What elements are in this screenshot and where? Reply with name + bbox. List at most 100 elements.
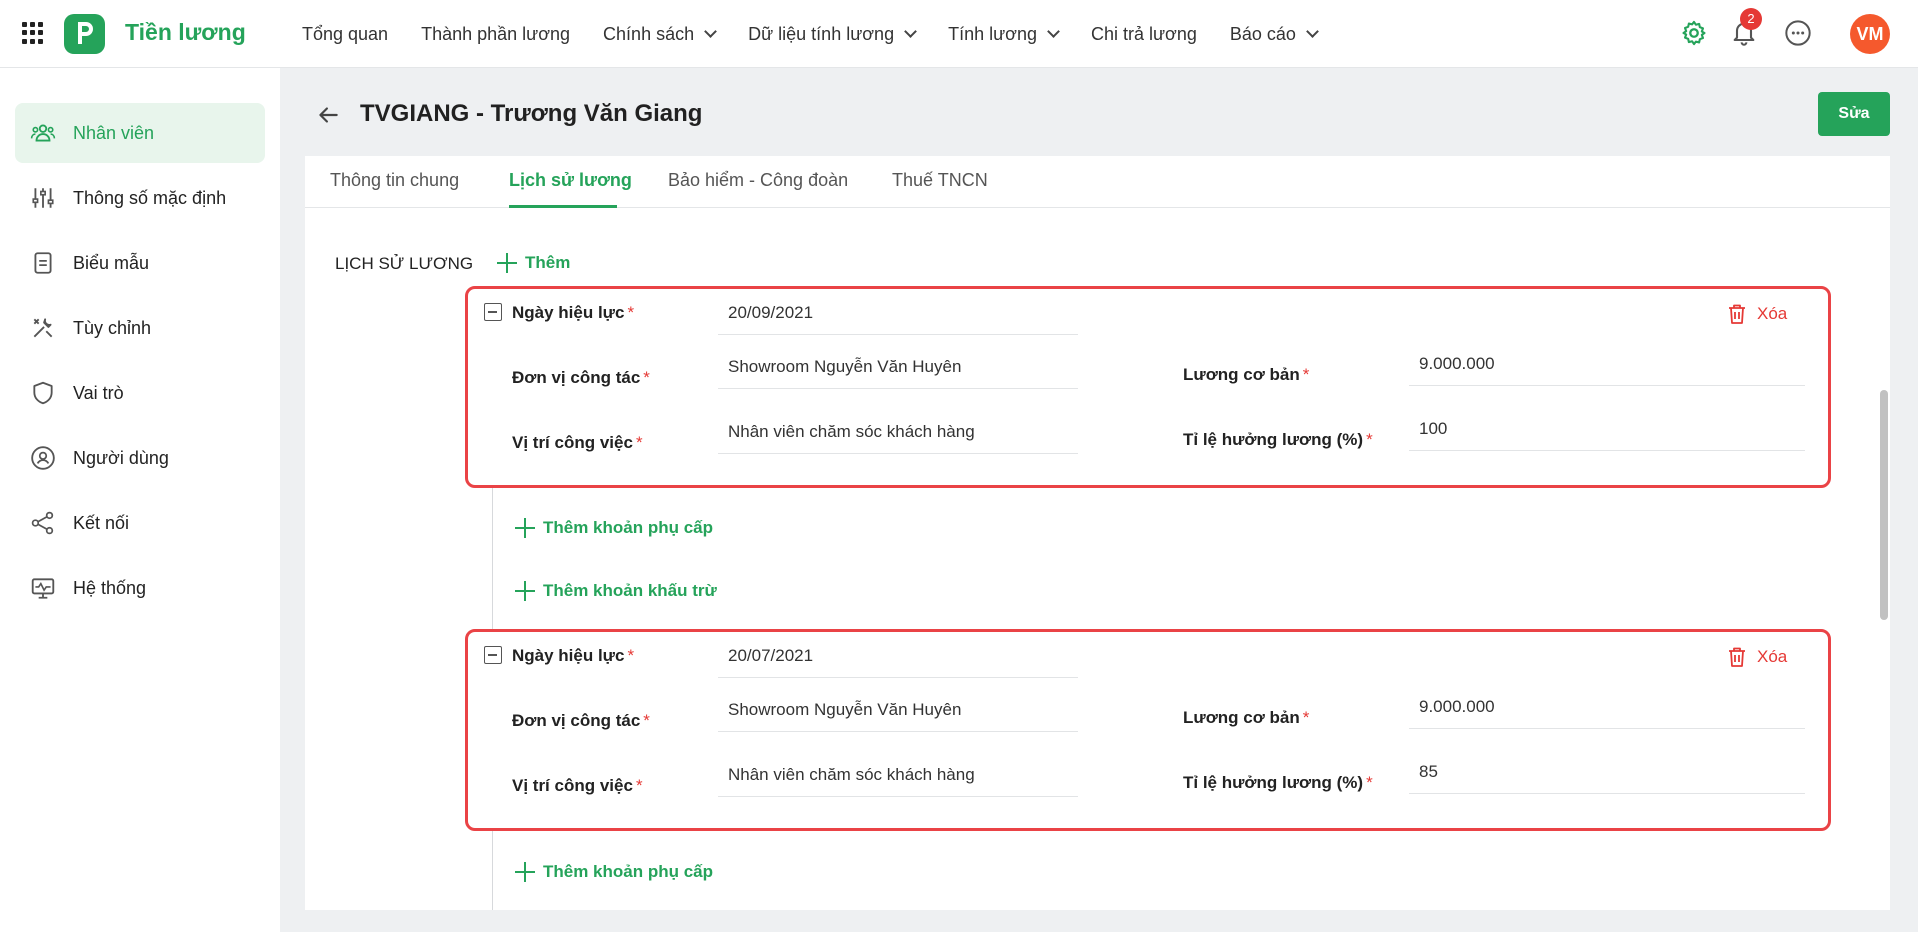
job-position-field[interactable]: Nhân viên chăm sóc khách hàng [718,753,1078,797]
collapse-icon[interactable] [484,646,502,664]
base-salary-label: Lương cơ bản * [1183,365,1310,384]
nav-salary-components[interactable]: Thành phần lương [421,24,570,45]
add-label: Thêm [525,253,571,272]
edit-button[interactable]: Sửa [1818,92,1890,136]
delete-record-button[interactable]: Xóa [1727,646,1787,668]
base-salary-label-text: Lương cơ bản [1183,365,1300,384]
tab-general-info[interactable]: Thông tin chung [330,170,459,191]
job-position-label: Vị trí công việc * [512,433,643,452]
sliders-icon [29,184,57,212]
effective-date-field[interactable]: 20/09/2021 [718,291,1078,335]
nav-reports-label: Báo cáo [1229,23,1296,44]
add-allowance-label: Thêm khoản phụ cấp [543,518,714,537]
sidebar-item-roles[interactable]: Vai trò [15,363,265,423]
sidebar-item-customize[interactable]: Tùy chỉnh [15,298,265,358]
add-allowance-label: Thêm khoản phụ cấp [543,862,714,881]
sidebar-item-users[interactable]: Người dùng [15,428,265,488]
add-deduction-button[interactable]: Thêm khoản khấu trừ [515,581,717,601]
add-allowance-button[interactable]: Thêm khoản phụ cấp [515,518,713,538]
sidebar-item-system[interactable]: Hệ thống [15,558,265,618]
nav-policy-label: Chính sách [603,23,695,44]
nav-salary-payment[interactable]: Chi trả lương [1091,24,1197,45]
nav-calculate-salary[interactable]: Tính lương [948,24,1058,45]
plus-icon [497,253,517,273]
delete-record-button[interactable]: Xóa [1727,303,1787,325]
plus-icon [515,518,535,538]
base-salary-label-text: Lương cơ bản [1183,708,1300,727]
tab-personal-income-tax[interactable]: Thuế TNCN [892,170,988,191]
work-unit-label-text: Đơn vị công tác [512,711,641,730]
user-avatar[interactable]: VM [1850,14,1890,54]
salary-rate-label: Tỉ lệ hưởng lương (%) * [1183,773,1373,792]
salary-rate-label-text: Tỉ lệ hưởng lương (%) [1183,430,1364,449]
app-grid-icon[interactable] [22,22,44,44]
effective-date-field[interactable]: 20/07/2021 [718,634,1078,678]
page-title: TVGIANG - Trương Văn Giang [360,100,703,127]
tab-insurance-union[interactable]: Bảo hiểm - Công đoàn [668,170,848,191]
employee-detail-card: Thông tin chung Lịch sử lương Bảo hiểm -… [305,156,1890,910]
delete-label: Xóa [1757,647,1788,666]
plus-icon [515,862,535,882]
nav-payroll-data-label: Dữ liệu tính lương [748,23,895,44]
work-unit-label-text: Đơn vị công tác [512,368,641,387]
sidebar-item-connections[interactable]: Kết nối [15,493,265,553]
job-position-label: Vị trí công việc * [512,776,643,795]
share-icon [29,509,57,537]
app-title: Tiền lương [125,19,246,45]
add-allowance-button[interactable]: Thêm khoản phụ cấp [515,862,713,882]
main-content: TVGIANG - Trương Văn Giang Sửa Thông tin… [305,90,1890,910]
sidebar: Nhân viên Thông số mặc định Biểu mẫu Tùy… [0,68,280,932]
user-circle-icon [29,444,57,472]
tab-bar: Thông tin chung Lịch sử lương Bảo hiểm -… [305,156,1890,208]
sidebar-item-label: Tùy chỉnh [73,317,152,338]
job-position-label-text: Vị trí công việc [512,433,633,452]
base-salary-field[interactable]: 9.000.000 [1409,342,1805,386]
add-salary-record-button[interactable]: Thêm [497,253,570,273]
base-salary-field[interactable]: 9.000.000 [1409,685,1805,729]
effective-date-label: Ngày hiệu lực * [512,646,635,665]
effective-date-label: Ngày hiệu lực * [512,303,635,322]
salary-history-heading: LỊCH SỬ LƯƠNG [335,254,474,273]
vertical-scrollbar[interactable] [1880,390,1888,620]
effective-date-label-text: Ngày hiệu lực [512,303,625,322]
work-unit-field[interactable]: Showroom Nguyễn Văn Huyên [718,688,1078,732]
nav-payroll-data[interactable]: Dữ liệu tính lương [748,24,915,45]
sidebar-item-label: Kết nối [73,512,130,533]
sidebar-item-label: Nhân viên [73,122,155,143]
sidebar-item-label: Biểu mẫu [73,252,150,273]
salary-record: Ngày hiệu lực * 20/09/2021 Xóa Đơn vị côn… [465,286,1831,488]
work-unit-label: Đơn vị công tác * [512,368,650,387]
settings-gear-icon[interactable] [1680,19,1708,47]
back-arrow-icon[interactable] [315,102,341,128]
collapse-icon[interactable] [484,303,502,321]
salary-record: Ngày hiệu lực * 20/07/2021 Xóa Đơn vị côn… [465,629,1831,831]
sidebar-item-label: Vai trò [73,382,124,403]
work-unit-label: Đơn vị công tác * [512,711,650,730]
job-position-field[interactable]: Nhân viên chăm sóc khách hàng [718,410,1078,454]
monitor-icon [29,574,57,602]
sidebar-item-default-params[interactable]: Thông số mặc định [15,168,265,228]
tab-salary-history[interactable]: Lịch sử lương [509,170,632,191]
sidebar-item-templates[interactable]: Biểu mẫu [15,233,265,293]
people-icon [29,119,57,147]
nav-policy[interactable]: Chính sách [603,24,715,45]
nav-reports[interactable]: Báo cáo [1230,24,1317,45]
sidebar-item-label: Hệ thống [73,577,147,598]
nav-overview[interactable]: Tổng quan [302,24,388,45]
trash-icon [1729,304,1745,324]
add-deduction-label: Thêm khoản khấu trừ [543,581,717,600]
tools-icon [29,314,57,342]
salary-rate-label: Tỉ lệ hưởng lương (%) * [1183,430,1373,449]
salary-rate-field[interactable]: 100 [1409,407,1805,451]
logo-p-icon [78,22,93,44]
more-options-icon[interactable] [1784,19,1812,47]
sidebar-item-employees[interactable]: Nhân viên [15,103,265,163]
top-bar: Tiền lương Tổng quan Thành phần lương Ch… [0,0,1918,68]
app-logo[interactable] [64,14,105,54]
salary-rate-label-text: Tỉ lệ hưởng lương (%) [1183,773,1364,792]
job-position-label-text: Vị trí công việc [512,776,633,795]
salary-rate-field[interactable]: 85 [1409,750,1805,794]
work-unit-field[interactable]: Showroom Nguyễn Văn Huyên [718,345,1078,389]
notification-count-badge: 2 [1740,8,1762,30]
effective-date-label-text: Ngày hiệu lực [512,646,625,665]
